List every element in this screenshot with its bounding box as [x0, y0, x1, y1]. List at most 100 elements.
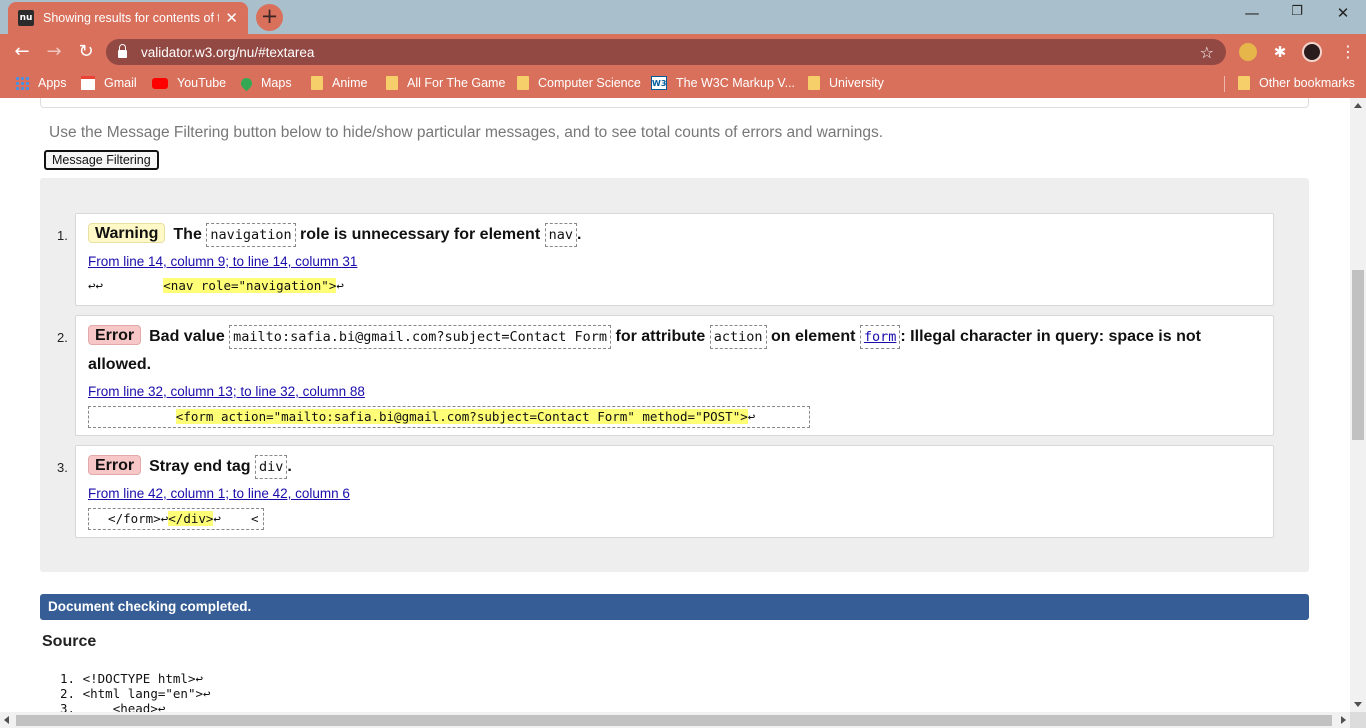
extensions-puzzle-icon[interactable]: ✱	[1271, 43, 1289, 61]
address-bar[interactable]: validator.w3.org/nu/#textarea ☆	[106, 39, 1226, 65]
folder-icon	[386, 76, 398, 90]
code-snippet-link[interactable]: form	[859, 325, 901, 349]
code-snippet: navigation	[206, 223, 296, 247]
bookmark-label: The W3C Markup V...	[676, 76, 796, 90]
error-badge: Error	[88, 455, 142, 475]
code-extract: </form>↩</div>↩ <	[88, 508, 264, 530]
bookmark-label: Gmail	[104, 76, 137, 90]
message-location-link[interactable]: From line 32, column 13; to line 32, col…	[88, 384, 365, 399]
close-tab-icon[interactable]: ✕	[225, 9, 238, 27]
bookmark-label: All For The Game	[407, 76, 506, 90]
horizontal-scroll-thumb[interactable]	[16, 715, 1332, 726]
extract-highlight: </div>	[168, 511, 214, 526]
message-text: Warning The navigation role is unnecessar…	[88, 221, 1253, 249]
extract-text: ↩ <	[213, 511, 259, 526]
bookmark-university[interactable]: University	[808, 76, 884, 90]
folder-icon	[808, 76, 820, 90]
minimize-icon[interactable]: —	[1232, 4, 1272, 26]
maps-icon	[238, 75, 255, 91]
horizontal-scrollbar[interactable]	[0, 712, 1350, 728]
source-line-code: <!DOCTYPE html>↩	[82, 671, 204, 686]
folder-icon	[311, 76, 323, 90]
page-content: Use the Message Filtering button below t…	[0, 98, 1350, 712]
restore-icon[interactable]: ❐	[1277, 4, 1317, 26]
vertical-scrollbar[interactable]	[1350, 98, 1366, 712]
profile-avatar[interactable]	[1302, 42, 1322, 62]
message-text-part: .	[577, 226, 582, 243]
bookmark-label: Maps	[261, 76, 292, 90]
code-snippet: mailto:safia.bi@gmail.com?subject=Contac…	[229, 325, 612, 349]
code-snippet: nav	[544, 223, 577, 247]
message-text: Error Bad value mailto:safia.bi@gmail.com…	[88, 323, 1253, 379]
extract-text	[93, 409, 176, 424]
message-location-link[interactable]: From line 14, column 9; to line 14, colu…	[88, 254, 357, 269]
source-line-code: <html lang="en">↩	[82, 686, 211, 701]
source-line: 2. <html lang="en">↩	[60, 686, 211, 701]
bookmark-apps[interactable]: Apps	[15, 76, 67, 90]
bookmarks-divider	[1224, 76, 1225, 92]
vertical-scroll-thumb[interactable]	[1352, 270, 1364, 440]
tab-strip: nu Showing results for contents of text-…	[0, 0, 1366, 34]
w3c-icon: W3	[651, 76, 667, 90]
bookmark-label: Anime	[332, 76, 368, 90]
scroll-up-arrow-icon[interactable]	[1354, 103, 1362, 108]
code-extract: ↩↩ <nav role="navigation">↩	[88, 276, 344, 298]
scroll-right-arrow-icon[interactable]	[1341, 716, 1346, 724]
url-text[interactable]: validator.w3.org/nu/#textarea	[141, 45, 1200, 60]
extension-avatar-icon[interactable]	[1239, 43, 1257, 61]
message-item: 3. Error Stray end tag div. From line 42,…	[57, 445, 1274, 538]
bookmark-gmail[interactable]: Gmail	[81, 76, 137, 90]
extract-text: ↩↩	[88, 278, 164, 293]
code-snippet: div	[254, 455, 288, 479]
bookmark-maps[interactable]: Maps	[238, 75, 292, 91]
message-text-part: for attribute	[615, 328, 706, 345]
bookmark-label: Computer Science	[538, 76, 641, 90]
bookmark-star-icon[interactable]: ☆	[1200, 43, 1214, 62]
menu-kebab-icon[interactable]: ⋮	[1340, 42, 1356, 61]
tab-title: Showing results for contents of text-inp…	[43, 11, 220, 25]
messages-panel: 1. Warning The navigation role is unneces…	[40, 178, 1309, 572]
youtube-icon	[152, 77, 168, 89]
message-number: 1.	[57, 228, 68, 243]
new-tab-button[interactable]: +	[256, 4, 283, 31]
message-text-part: .	[287, 458, 292, 475]
scroll-left-arrow-icon[interactable]	[4, 716, 9, 724]
message-text-part: role is unnecessary for element	[300, 226, 541, 243]
extract-highlight: <form action="mailto:safia.bi@gmail.com?…	[175, 409, 748, 424]
extract-text: ↩	[336, 278, 344, 293]
message-item: 1. Warning The navigation role is unneces…	[57, 213, 1274, 306]
previous-section-box	[40, 98, 1309, 108]
bookmark-anime[interactable]: Anime	[311, 76, 367, 90]
close-window-icon[interactable]: ✕	[1323, 4, 1363, 26]
element-spec-link[interactable]: form	[864, 329, 897, 345]
code-snippet: action	[709, 325, 767, 349]
bookmark-w3c-markup[interactable]: W3 The W3C Markup V...	[651, 76, 795, 90]
lock-icon[interactable]	[118, 44, 127, 58]
message-text-part: The	[173, 226, 202, 243]
validator-favicon-icon: nu	[18, 10, 34, 26]
forward-arrow-icon[interactable]: →	[43, 41, 65, 63]
source-heading: Source	[42, 633, 97, 650]
bookmark-youtube[interactable]: YouTube	[152, 76, 226, 90]
message-text-part: Stray end tag	[149, 458, 251, 475]
message-text: Error Stray end tag div.	[88, 453, 1253, 481]
source-line: 3. <head>↩	[60, 701, 165, 712]
other-bookmarks[interactable]: Other bookmarks	[1238, 76, 1355, 90]
browser-tab[interactable]: nu Showing results for contents of text-…	[8, 2, 248, 34]
extract-text: ↩	[747, 409, 756, 424]
bookmark-all-for-the-game[interactable]: All For The Game	[386, 76, 505, 90]
bookmark-computer-science[interactable]: Computer Science	[517, 76, 641, 90]
scroll-down-arrow-icon[interactable]	[1354, 702, 1362, 707]
message-item: 2. Error Bad value mailto:safia.bi@gmail.…	[57, 315, 1274, 436]
message-number: 3.	[57, 460, 68, 475]
back-arrow-icon[interactable]: ←	[11, 41, 33, 63]
message-text-part: on element	[770, 328, 856, 345]
message-filtering-button[interactable]: Message Filtering	[44, 150, 159, 170]
source-line-number: 2.	[60, 686, 76, 701]
reload-icon[interactable]: ↻	[75, 41, 97, 63]
bookmark-label: YouTube	[177, 76, 227, 90]
gmail-icon	[81, 76, 95, 90]
bookmark-label: Apps	[38, 76, 67, 90]
message-location-link[interactable]: From line 42, column 1; to line 42, colu…	[88, 486, 350, 501]
source-line: 1. <!DOCTYPE html>↩	[60, 671, 203, 686]
